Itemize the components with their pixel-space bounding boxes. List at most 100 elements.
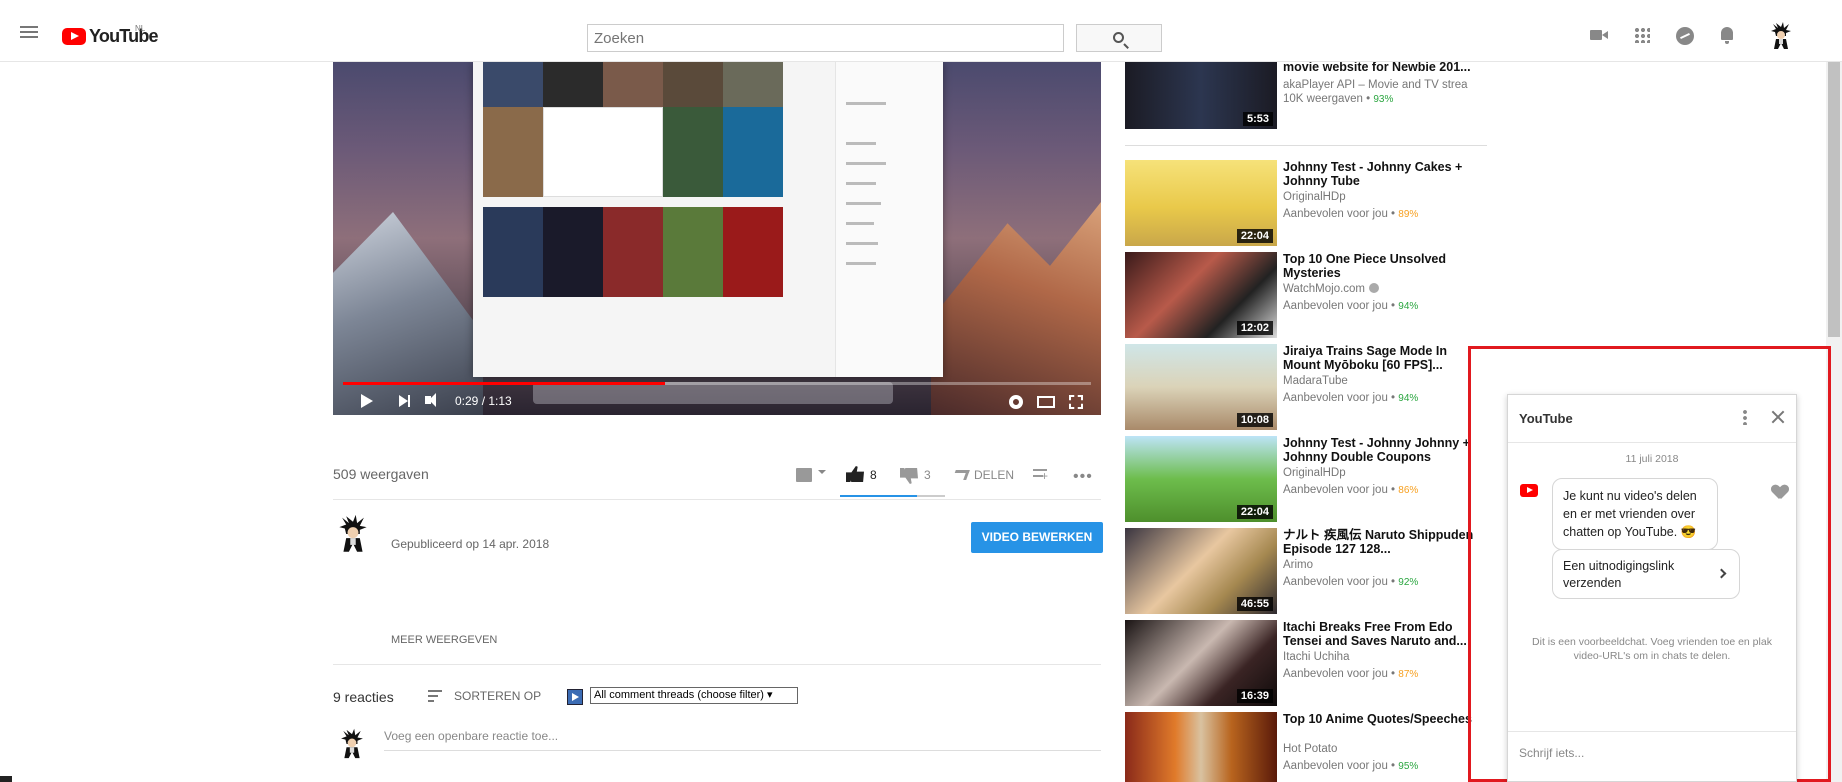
search-input[interactable] <box>588 25 1000 51</box>
video-thumbnail[interactable]: 22:04 <box>1125 160 1277 246</box>
view-info: Aanbevolen voor jou • <box>1283 484 1399 496</box>
video-duration: 22:04 <box>1236 229 1273 243</box>
channel-name[interactable]: Arimo <box>1283 559 1475 571</box>
video-thumbnail[interactable]: 16:39 <box>1125 620 1277 706</box>
comment-input[interactable]: Voeg een openbare reactie toe... <box>384 729 1101 751</box>
show-more-button[interactable]: MEER WEERGEVEN <box>391 634 497 646</box>
channel-name[interactable]: WatchMojo.com <box>1283 283 1475 295</box>
video-title[interactable]: Itachi Breaks Free From Edo Tensei and S… <box>1283 620 1483 648</box>
comment-filter-select[interactable]: All comment threads (choose filter) ▾ <box>590 687 798 704</box>
video-thumbnail[interactable]: 10:08 <box>1125 344 1277 430</box>
video-title[interactable]: Top 10 One Piece Unsolved Mysteries <box>1283 252 1483 280</box>
channel-name[interactable]: akaPlayer API – Movie and TV strea <box>1283 79 1475 91</box>
chat-popup: YouTube 11 juli 2018 Je kunt nu video's … <box>1507 394 1797 782</box>
filter-extension-icon[interactable] <box>567 689 583 705</box>
upload-video-icon[interactable] <box>1590 27 1608 43</box>
share-button[interactable]: DELEN <box>974 468 1014 482</box>
menu-icon[interactable] <box>20 26 38 38</box>
video-title[interactable]: Johnny Test - Johnny Cakes + Johnny Tube <box>1283 160 1483 188</box>
filter-line <box>846 202 881 205</box>
movie-poster <box>723 107 783 197</box>
add-to-playlist-icon[interactable] <box>1033 469 1048 483</box>
send-invite-link-button[interactable]: Een uitnodigingslink verzenden <box>1552 549 1740 599</box>
rating-percent: 87% <box>1398 669 1419 680</box>
channel-name[interactable]: OriginalHDp <box>1283 467 1475 479</box>
notifications-bell-icon[interactable] <box>1720 27 1734 44</box>
filter-line <box>846 262 876 265</box>
recommended-video[interactable]: Top 10 Anime Quotes/Speeches Hot Potato Aa… <box>1125 712 1485 782</box>
sort-button[interactable]: SORTEREN OP <box>454 689 541 703</box>
filter-line <box>846 182 876 185</box>
more-options-icon[interactable] <box>1743 409 1747 425</box>
edit-video-button[interactable]: VIDEO BEWERKEN <box>971 522 1103 553</box>
chat-composer: Schrijf iets... <box>1508 731 1796 781</box>
view-info: Aanbevolen voor jou • <box>1283 760 1399 772</box>
playlist-icon[interactable] <box>796 468 812 482</box>
next-icon[interactable] <box>399 395 410 407</box>
video-frame-content <box>473 62 943 377</box>
video-thumbnail[interactable]: 22:04 <box>1125 436 1277 522</box>
recommended-video[interactable]: 10:08 Jiraiya Trains Sage Mode In Mount M… <box>1125 344 1485 430</box>
verified-icon <box>1369 283 1380 293</box>
play-icon[interactable] <box>361 394 373 408</box>
youtube-watch-page: YouTube NL Zoeken 0:29 / 1:13 509 weerga… <box>0 0 1842 782</box>
messages-icon[interactable] <box>1676 27 1694 45</box>
filter-line <box>846 102 886 105</box>
commenter-avatar <box>341 728 363 759</box>
chat-date: 11 juli 2018 <box>1625 453 1679 465</box>
video-thumbnail[interactable]: 46:55 <box>1125 528 1277 614</box>
video-title[interactable]: Top 10 Anime Quotes/Speeches <box>1283 712 1483 726</box>
video-thumbnail[interactable] <box>1125 712 1277 782</box>
theater-mode-icon[interactable] <box>1037 396 1055 408</box>
search-button[interactable] <box>1076 24 1162 52</box>
movie-poster <box>663 207 723 297</box>
progress-bar[interactable] <box>343 382 1091 385</box>
video-meta: Aanbevolen voor jou • 86% <box>1283 484 1418 496</box>
chat-info-note: Dit is een voorbeeldchat. Voeg vrienden … <box>1532 636 1772 662</box>
view-info: Aanbevolen voor jou • <box>1283 668 1399 680</box>
account-avatar[interactable] <box>1770 22 1792 50</box>
recommended-video[interactable]: 5:53 movie website for Newbie 201... akaPl… <box>1125 60 1485 148</box>
video-title[interactable]: Johnny Test - Johnny Johnny + Johnny Dou… <box>1283 436 1483 464</box>
uploader-avatar[interactable] <box>338 513 368 555</box>
recommended-video[interactable]: 46:55 ナルト 疾風伝 Naruto Shippuden Episode 12… <box>1125 528 1485 614</box>
scrollbar-thumb[interactable] <box>1828 62 1840 337</box>
more-actions-icon[interactable]: ••• <box>1073 468 1093 486</box>
video-thumbnail[interactable]: 12:02 <box>1125 252 1277 338</box>
heart-icon[interactable] <box>1772 485 1788 499</box>
apps-grid-icon[interactable] <box>1634 27 1650 43</box>
invite-label: Een uitnodigingslink verzenden <box>1563 559 1675 590</box>
channel-name[interactable]: Hot Potato <box>1283 743 1475 755</box>
view-count: 509 weergaven <box>333 466 429 482</box>
video-player[interactable]: 0:29 / 1:13 <box>333 62 1101 415</box>
like-icon[interactable] <box>846 466 864 482</box>
movie-poster <box>543 107 663 197</box>
channel-name[interactable]: OriginalHDp <box>1283 191 1475 203</box>
chat-title: YouTube <box>1519 411 1573 426</box>
chat-message-input[interactable]: Schrijf iets... <box>1519 746 1584 760</box>
video-duration: 16:39 <box>1236 689 1273 703</box>
rating-percent: 94% <box>1398 393 1419 404</box>
dislike-icon[interactable] <box>900 468 918 484</box>
volume-icon[interactable] <box>425 393 436 407</box>
recommended-video[interactable]: 16:39 Itachi Breaks Free From Edo Tensei … <box>1125 620 1485 706</box>
sort-icon[interactable] <box>428 690 442 702</box>
video-title[interactable]: movie website for Newbie 201... <box>1283 60 1483 74</box>
share-icon[interactable] <box>952 470 970 480</box>
video-title[interactable]: Jiraiya Trains Sage Mode In Mount Myōbok… <box>1283 344 1483 372</box>
recommended-video[interactable]: 22:04 Johnny Test - Johnny Johnny + Johnn… <box>1125 436 1485 522</box>
video-duration: 46:55 <box>1236 597 1273 611</box>
video-duration: 5:53 <box>1242 112 1273 126</box>
fullscreen-icon[interactable] <box>1069 395 1083 409</box>
video-title[interactable]: ナルト 疾風伝 Naruto Shippuden Episode 127 128… <box>1283 528 1483 556</box>
settings-gear-icon[interactable] <box>1009 395 1023 409</box>
recommended-video[interactable]: 22:04 Johnny Test - Johnny Cakes + Johnny… <box>1125 160 1485 246</box>
video-thumbnail[interactable]: 5:53 <box>1125 62 1277 129</box>
recommended-video[interactable]: 12:02 Top 10 One Piece Unsolved Mysteries… <box>1125 252 1485 338</box>
close-icon[interactable] <box>1770 409 1786 425</box>
movie-poster <box>483 107 543 197</box>
channel-name[interactable]: MadaraTube <box>1283 375 1475 387</box>
view-info: Aanbevolen voor jou • <box>1283 576 1399 588</box>
caret-down-icon[interactable] <box>818 470 826 474</box>
channel-name[interactable]: Itachi Uchiha <box>1283 651 1475 663</box>
